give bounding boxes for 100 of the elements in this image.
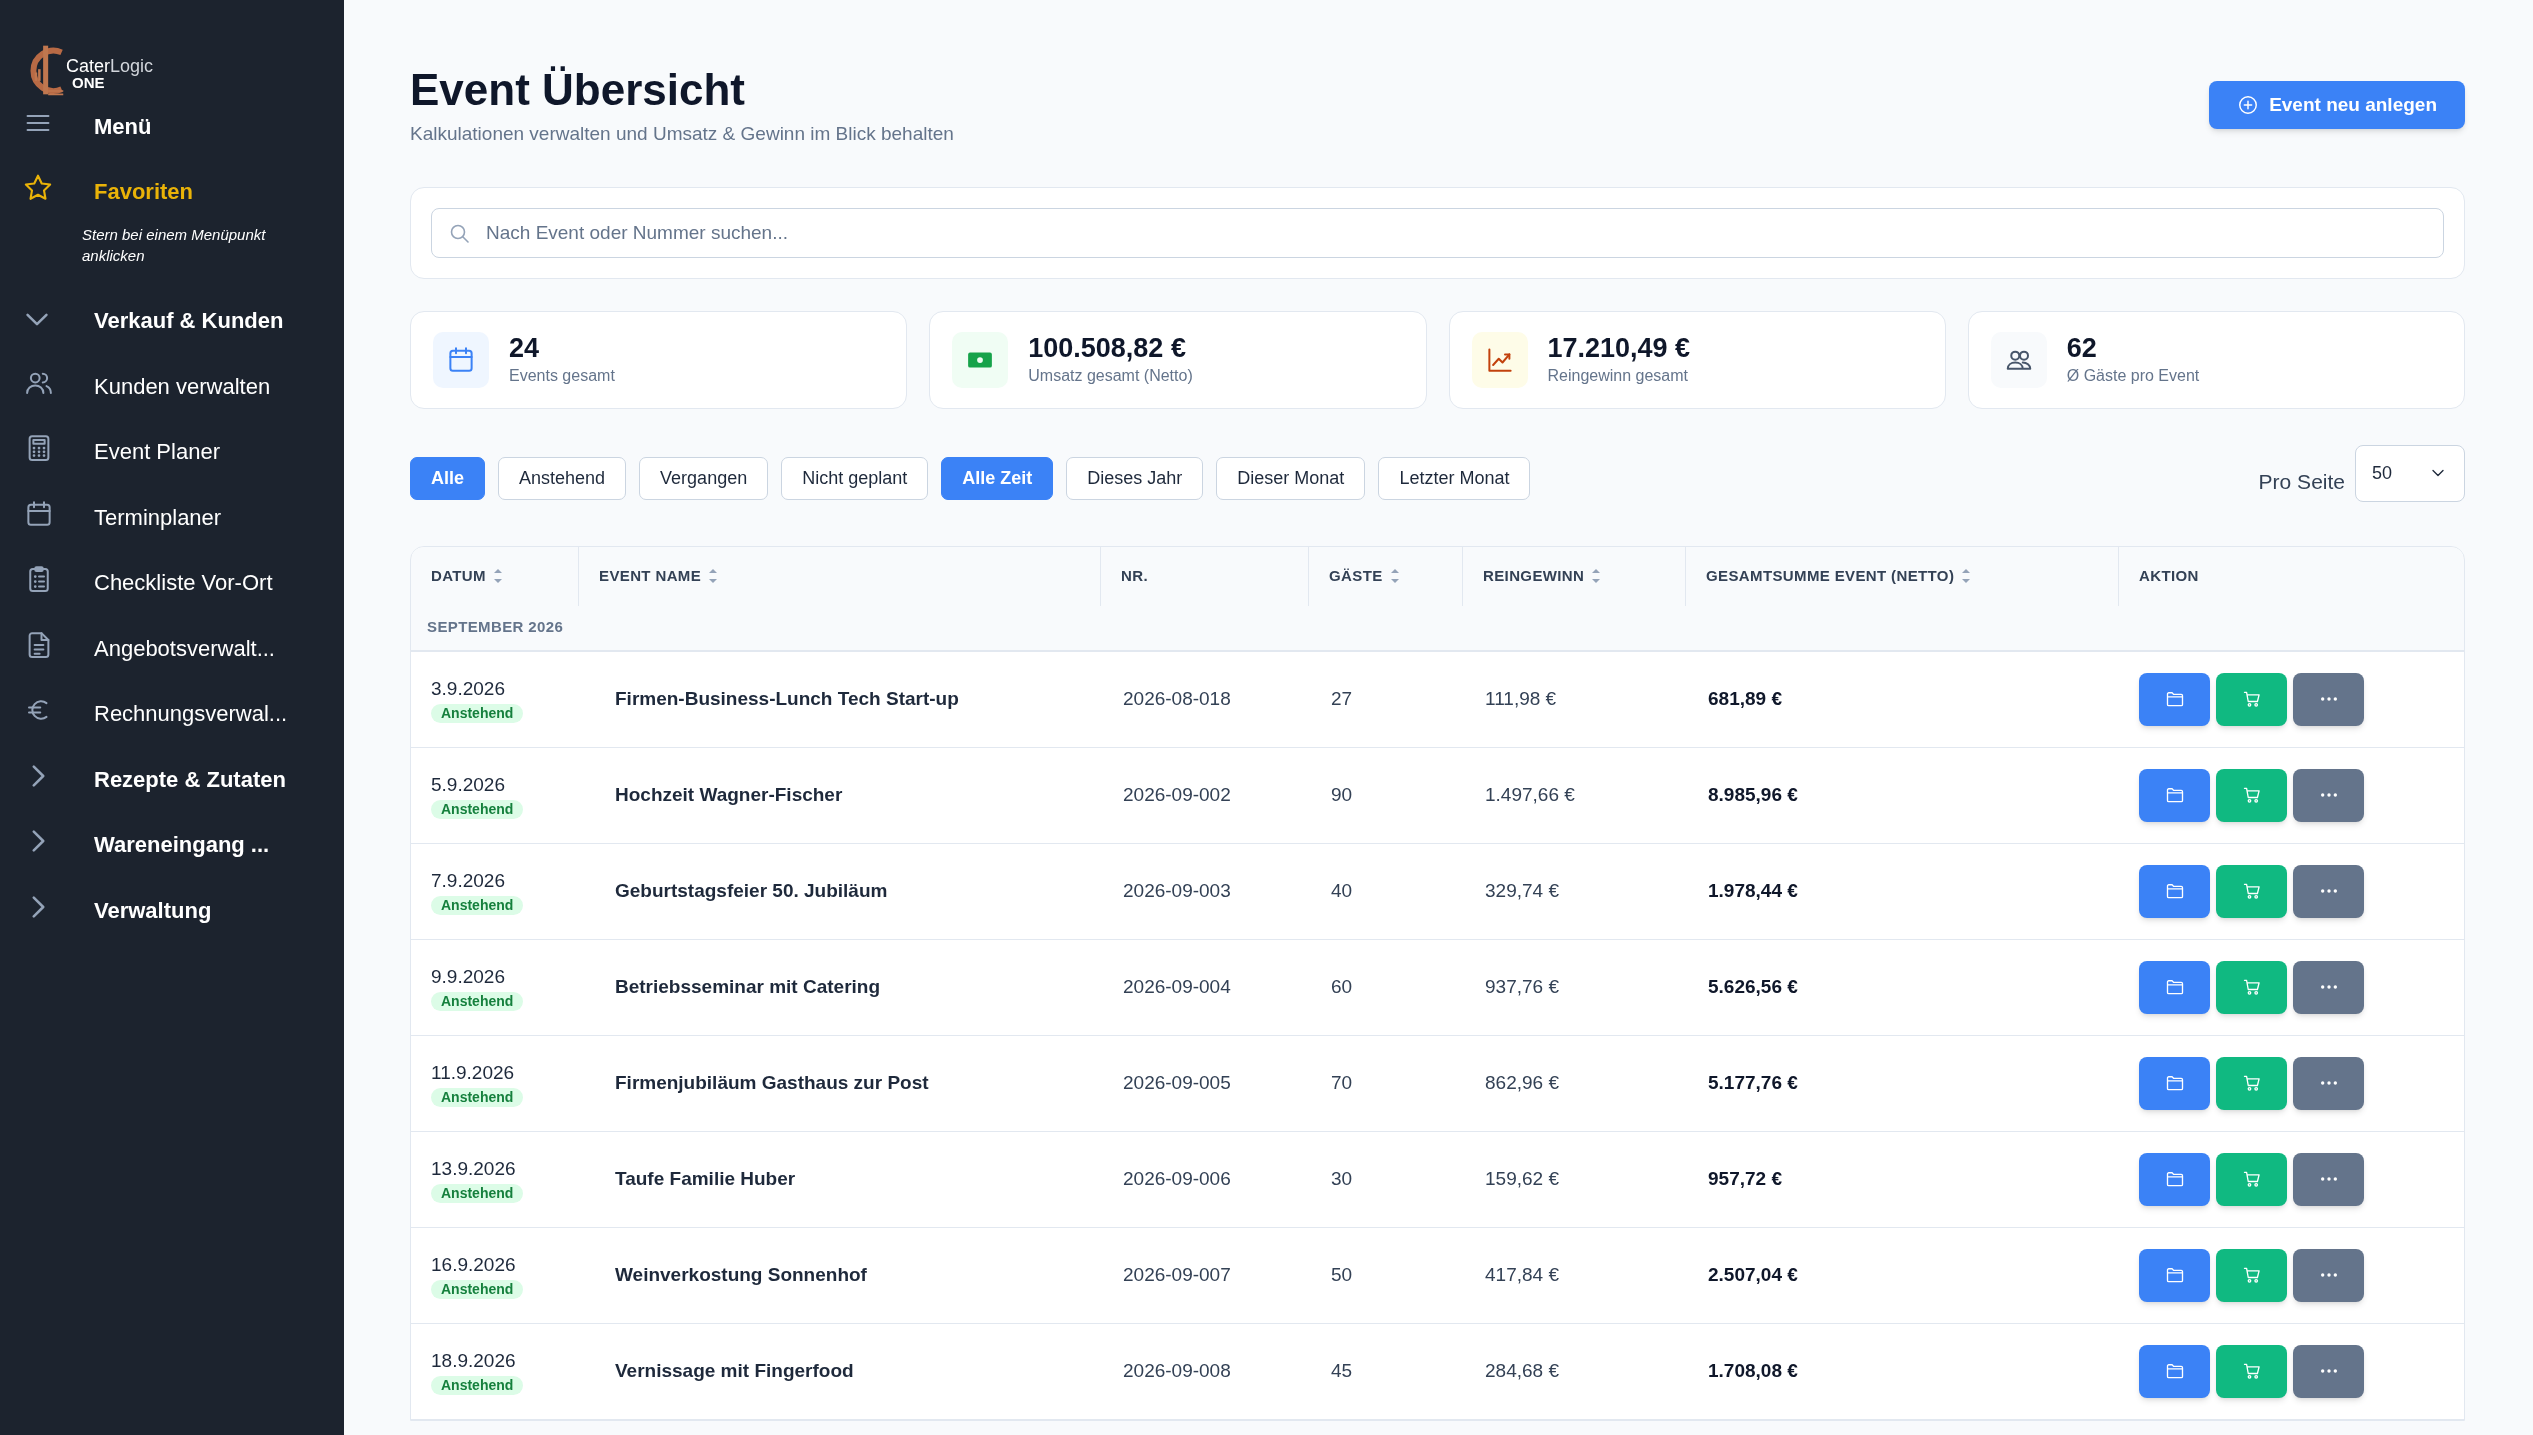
total-amount: 1.978,44 € xyxy=(1708,879,1798,901)
column-header[interactable]: GÄSTE xyxy=(1309,546,1463,606)
cart-icon xyxy=(2241,1265,2262,1285)
profit-amount: 111,98 € xyxy=(1485,687,1557,709)
new-event-button[interactable]: Event neu anlegen xyxy=(2209,81,2465,129)
open-folder-button[interactable] xyxy=(2139,864,2210,918)
cart-button[interactable] xyxy=(2216,1152,2287,1206)
column-header[interactable]: DATUM xyxy=(411,546,579,606)
event-name: Firmen-Business-Lunch Tech Start-up xyxy=(615,687,959,709)
cart-icon xyxy=(2241,785,2262,805)
cart-icon xyxy=(2241,689,2262,709)
sidebar-item[interactable]: Event Planer xyxy=(0,419,344,485)
cart-icon xyxy=(2241,881,2262,901)
event-number: 2026-09-006 xyxy=(1123,1167,1231,1189)
page-title: Event Übersicht xyxy=(410,64,746,116)
cart-button[interactable] xyxy=(2216,1248,2287,1302)
more-button[interactable] xyxy=(2293,1248,2364,1302)
filter-button[interactable]: Dieser Monat xyxy=(1216,456,1366,500)
column-header: NR. xyxy=(1101,546,1309,606)
filter-button[interactable]: Dieses Jahr xyxy=(1066,456,1204,500)
open-folder-button[interactable] xyxy=(2139,1248,2210,1302)
profit-amount: 937,76 € xyxy=(1485,975,1559,997)
profit-amount: 417,84 € xyxy=(1485,1263,1559,1285)
status-badge: Anstehend xyxy=(431,1183,524,1203)
more-button[interactable] xyxy=(2293,1344,2364,1398)
filter-button[interactable]: Anstehend xyxy=(498,456,627,500)
column-header[interactable]: EVENT NAME xyxy=(579,546,1101,606)
event-number: 2026-09-007 xyxy=(1123,1263,1231,1285)
total-amount: 681,89 € xyxy=(1708,687,1782,709)
open-folder-button[interactable] xyxy=(2139,768,2210,822)
stat-value: 100.508,82 € xyxy=(1028,331,1187,364)
total-amount: 5.177,76 € xyxy=(1708,1071,1798,1093)
sidebar-group[interactable]: Rezepte & Zutaten xyxy=(0,746,344,812)
date-text: 5.9.2026 xyxy=(431,773,505,798)
open-folder-button[interactable] xyxy=(2139,960,2210,1014)
cart-button[interactable] xyxy=(2216,960,2287,1014)
total-amount: 2.507,04 € xyxy=(1708,1263,1798,1285)
event-number: 2026-09-002 xyxy=(1123,783,1231,805)
menu-heading: Menü xyxy=(94,112,152,141)
status-badge: Anstehend xyxy=(431,799,524,819)
sidebar-group[interactable]: Verkauf & Kunden xyxy=(0,288,344,354)
folder-icon xyxy=(2164,785,2185,805)
more-button[interactable] xyxy=(2293,864,2364,918)
cart-icon xyxy=(2241,977,2262,997)
open-folder-button[interactable] xyxy=(2139,1152,2210,1206)
event-name: Firmenjubiläum Gasthaus zur Post xyxy=(615,1071,929,1093)
filter-button[interactable]: Vergangen xyxy=(639,456,769,500)
more-icon xyxy=(2320,1369,2337,1373)
sidebar-item[interactable]: Checkliste Vor-Ort xyxy=(0,550,344,616)
page-subtitle: Kalkulationen verwalten und Umsatz & Gewinn im Blick behalten xyxy=(410,122,954,146)
status-badge: Anstehend xyxy=(431,1375,524,1395)
more-icon xyxy=(2320,697,2337,701)
cart-button[interactable] xyxy=(2216,672,2287,726)
filter-button[interactable]: Nicht geplant xyxy=(781,456,929,500)
sidebar-group[interactable]: Verwaltung xyxy=(0,877,344,943)
more-button[interactable] xyxy=(2293,960,2364,1014)
per-page-select[interactable]: 50 xyxy=(2355,444,2465,502)
guest-count: 45 xyxy=(1331,1359,1353,1381)
filter-button[interactable]: Alle Zeit xyxy=(941,456,1054,500)
favorites-item[interactable]: Favoriten xyxy=(0,158,344,224)
logo-subtitle: ONE xyxy=(71,75,106,90)
calendar-icon xyxy=(446,344,476,375)
sidebar-item[interactable]: Kunden verwalten xyxy=(0,353,344,419)
more-button[interactable] xyxy=(2293,768,2364,822)
more-button[interactable] xyxy=(2293,1152,2364,1206)
status-badge: Anstehend xyxy=(431,895,524,915)
date-text: 9.9.2026 xyxy=(431,965,505,990)
sidebar-group[interactable]: Wareneingang ... xyxy=(0,812,344,878)
column-header[interactable]: REINGEWINN xyxy=(1463,546,1686,606)
filter-button[interactable]: Letzter Monat xyxy=(1378,456,1531,500)
cart-button[interactable] xyxy=(2216,1056,2287,1110)
per-page-label: Pro Seite xyxy=(2258,469,2345,495)
more-icon xyxy=(2320,1081,2337,1085)
profit-amount: 1.497,66 € xyxy=(1485,783,1575,805)
cart-button[interactable] xyxy=(2216,768,2287,822)
open-folder-button[interactable] xyxy=(2139,672,2210,726)
sidebar-item[interactable]: Terminplaner xyxy=(0,484,344,550)
sidebar-item[interactable]: Rechnungsverwal... xyxy=(0,681,344,747)
open-folder-button[interactable] xyxy=(2139,1056,2210,1110)
cart-button[interactable] xyxy=(2216,864,2287,918)
favorites-hint: Stern bei einem Menüpunkt anklicken xyxy=(82,225,267,266)
folder-icon xyxy=(2164,881,2185,901)
more-button[interactable] xyxy=(2293,1056,2364,1110)
more-button[interactable] xyxy=(2293,672,2364,726)
cart-button[interactable] xyxy=(2216,1344,2287,1398)
event-name: Betriebsseminar mit Catering xyxy=(615,975,881,997)
filter-button[interactable]: Alle xyxy=(410,456,485,500)
profit-amount: 284,68 € xyxy=(1485,1359,1559,1381)
event-number: 2026-09-003 xyxy=(1123,879,1231,901)
sidebar-item[interactable]: Angebotsverwalt... xyxy=(0,615,344,681)
open-folder-button[interactable] xyxy=(2139,1344,2210,1398)
cart-icon xyxy=(2241,1361,2262,1381)
date-text: 3.9.2026 xyxy=(431,677,505,702)
event-name: Geburtstagsfeier 50. Jubiläum xyxy=(615,879,888,901)
more-icon xyxy=(2320,1177,2337,1181)
search-field[interactable]: Nach Event oder Nummer suchen... xyxy=(431,207,2444,258)
column-header[interactable]: GESAMTSUMME EVENT (NETTO) xyxy=(1686,546,2119,606)
status-badge: Anstehend xyxy=(431,1087,524,1107)
stat-value: 24 xyxy=(509,331,541,364)
more-icon xyxy=(2320,1273,2337,1277)
